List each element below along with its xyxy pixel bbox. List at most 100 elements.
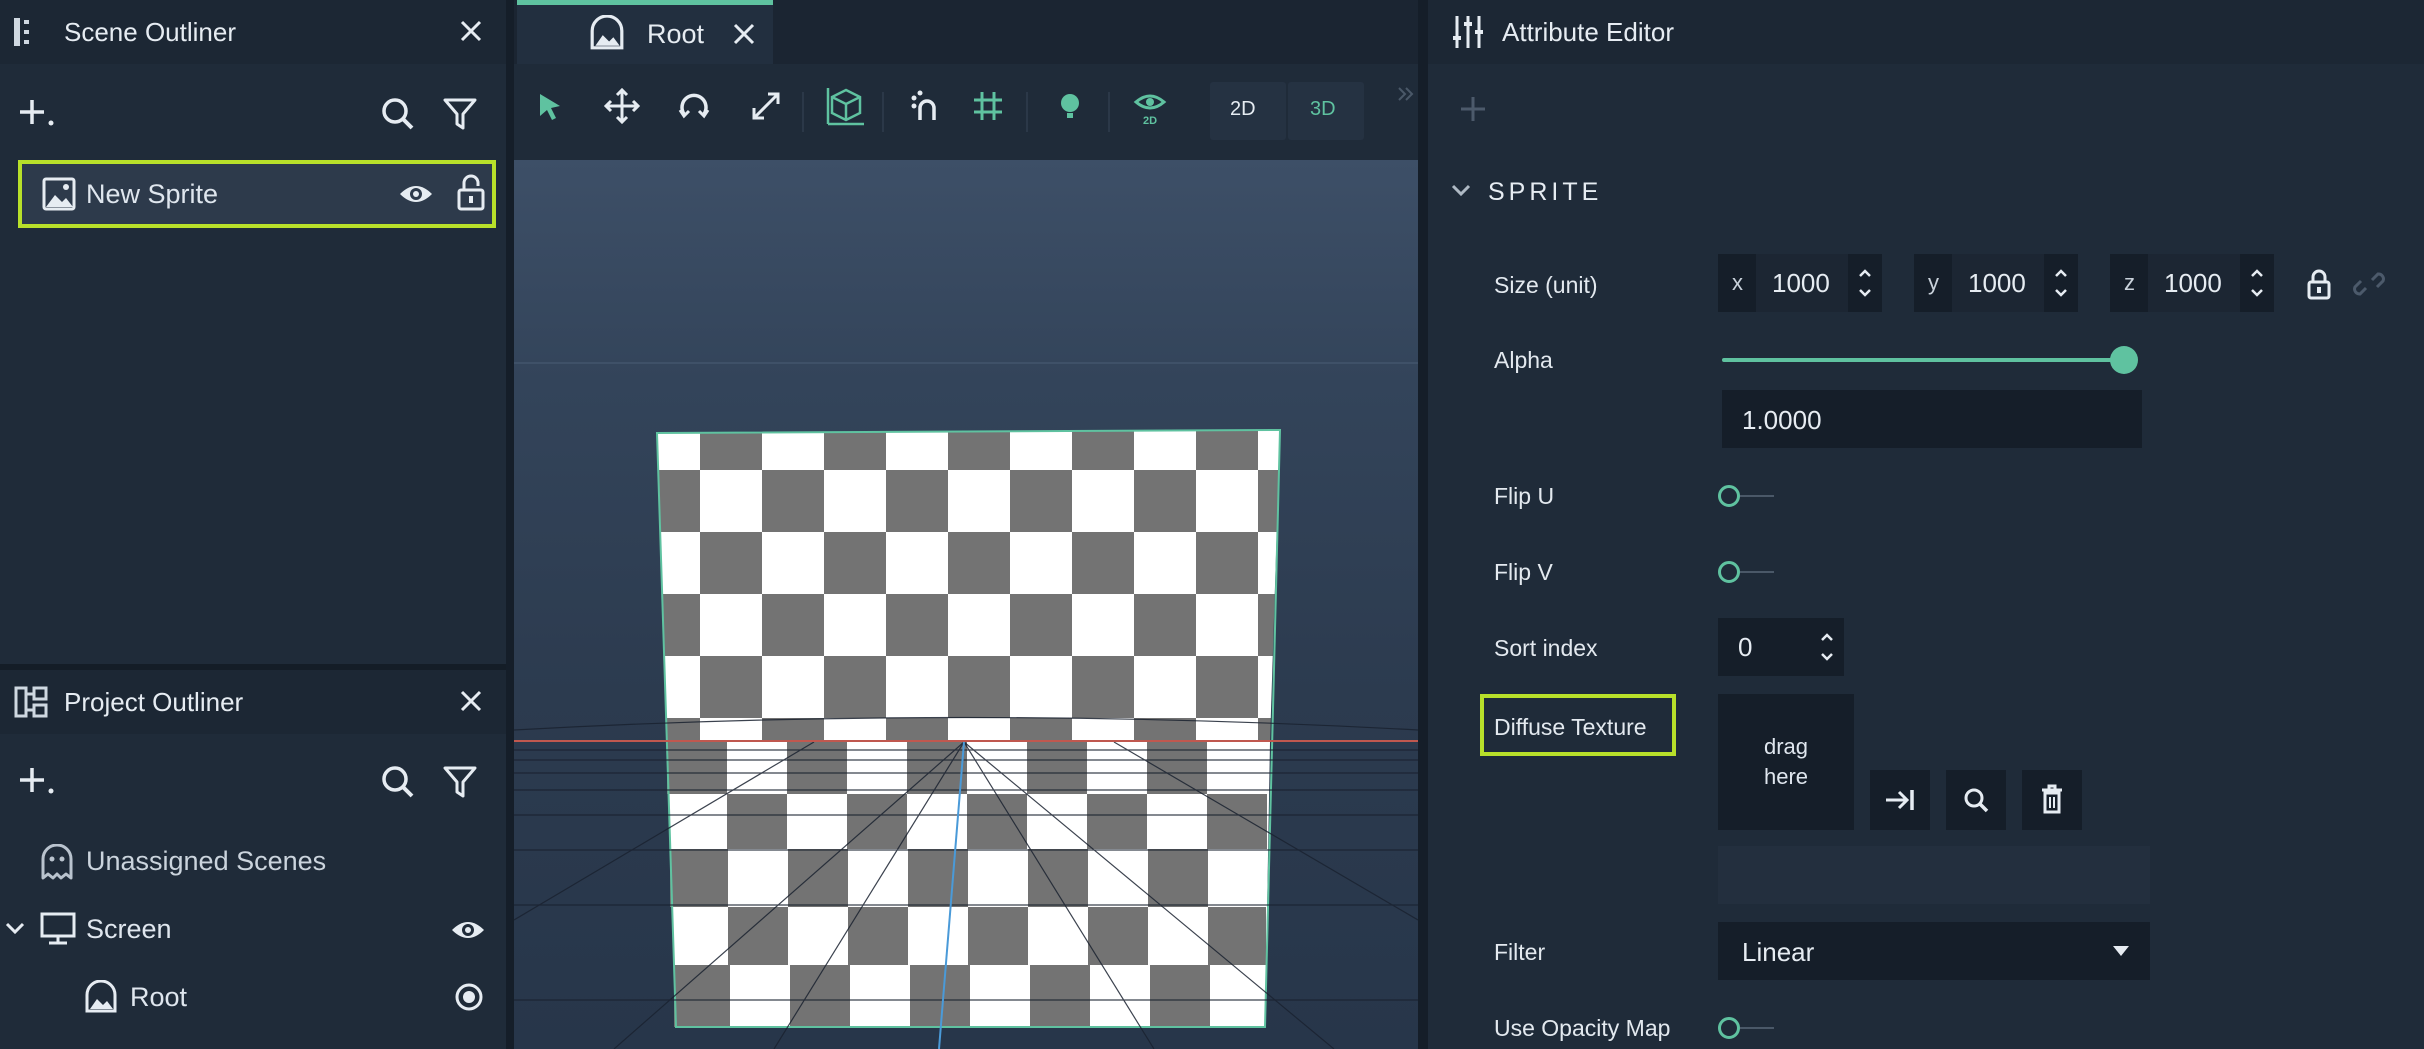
flip-u-toggle[interactable] — [1718, 481, 1788, 511]
hierarchy-icon — [14, 686, 48, 718]
texture-drop-zone[interactable]: drag here — [1718, 694, 1854, 830]
outliner-icon — [12, 16, 38, 48]
arrow-to-line-icon — [1884, 786, 1916, 814]
assign-texture-button[interactable] — [1870, 770, 1930, 830]
alpha-slider[interactable] — [1722, 346, 2138, 376]
visibility-2d-icon[interactable]: 2D — [1128, 84, 1172, 128]
list-item-root[interactable]: Root — [0, 966, 506, 1028]
attribute-editor-title: Attribute Editor — [1502, 17, 1674, 47]
ghost-icon — [40, 844, 74, 880]
rotate-tool-icon[interactable] — [672, 84, 716, 128]
drop-zone-text-line2: here — [1763, 764, 1809, 789]
eye-icon[interactable] — [450, 916, 486, 944]
mode-2d-button[interactable]: 2D — [1210, 82, 1286, 140]
bounding-box-icon[interactable] — [824, 84, 868, 128]
scene-outliner-title: Scene Outliner — [64, 16, 236, 47]
filter-select[interactable]: Linear — [1718, 922, 2150, 980]
list-item-screen[interactable]: Screen — [0, 898, 506, 960]
close-icon[interactable] — [454, 684, 488, 718]
sort-index-value: 0 — [1738, 632, 1753, 662]
attribute-editor: Attribute Editor SPRITE Size (unit) x 10… — [1428, 0, 2424, 1049]
svg-text:2D: 2D — [1143, 115, 1157, 127]
add-component-icon[interactable] — [1458, 94, 1488, 124]
project-outliner-list: Unassigned Scenes Screen Root — [0, 830, 506, 1049]
light-icon[interactable] — [1048, 84, 1092, 128]
scale-tool-icon[interactable] — [744, 84, 788, 128]
tab-label: Root — [647, 19, 705, 49]
scene-outliner-toolbar — [0, 64, 506, 160]
list-item-label: Root — [130, 982, 188, 1012]
flip-v-toggle[interactable] — [1718, 557, 1788, 587]
move-tool-icon[interactable] — [600, 84, 644, 128]
toggle-knob — [1718, 561, 1740, 583]
unlock-icon[interactable] — [456, 174, 486, 212]
scene-icon — [84, 980, 118, 1014]
select-tool-icon[interactable] — [528, 84, 572, 128]
toggle-track — [1740, 495, 1774, 497]
mode-3d-button[interactable]: 3D — [1288, 82, 1364, 140]
scene-icon — [589, 15, 625, 51]
search-icon[interactable] — [380, 764, 416, 800]
add-icon[interactable] — [18, 96, 58, 130]
delete-texture-button[interactable] — [2022, 770, 2082, 830]
list-item-label: New Sprite — [86, 179, 219, 209]
use-opacity-map-label: Use Opacity Map — [1494, 1015, 1671, 1041]
filter-icon[interactable] — [442, 96, 478, 132]
alpha-input[interactable]: 1.0000 — [1722, 390, 2142, 448]
overflow-chevrons-icon[interactable] — [1396, 84, 1416, 104]
stepper-icon[interactable] — [2052, 262, 2070, 304]
chevron-down-icon[interactable] — [4, 920, 26, 936]
size-x-value: 1000 — [1772, 268, 1830, 298]
ground-checker — [667, 742, 1270, 1027]
z-axis-label: z — [2124, 270, 2135, 295]
size-z-field[interactable]: z 1000 — [2110, 254, 2274, 312]
active-scene-radio-icon[interactable] — [454, 982, 484, 1012]
use-opacity-map-toggle[interactable] — [1718, 1013, 1788, 1043]
scene-outliner-list: New Sprite — [0, 160, 506, 670]
list-item-new-sprite[interactable]: New Sprite — [18, 160, 496, 228]
alpha-label: Alpha — [1494, 347, 1553, 373]
list-item-unassigned-scenes[interactable]: Unassigned Scenes — [0, 830, 506, 892]
sort-index-label: Sort index — [1494, 635, 1598, 661]
project-outliner-header: Project Outliner — [0, 670, 506, 734]
stepper-icon[interactable] — [1856, 262, 1874, 304]
add-icon[interactable] — [18, 764, 58, 798]
search-icon[interactable] — [380, 96, 416, 132]
chevron-down-icon[interactable] — [1450, 182, 1472, 198]
trash-icon — [2040, 784, 2064, 814]
list-item-label: Unassigned Scenes — [86, 846, 327, 876]
mode-3d-label: 3D — [1310, 98, 1336, 120]
image-icon — [42, 177, 76, 211]
texture-path-field[interactable] — [1718, 846, 2150, 904]
splitter[interactable] — [506, 0, 514, 1049]
size-y-value: 1000 — [1968, 268, 2026, 298]
x-axis-label: x — [1732, 270, 1743, 295]
snap-icon[interactable] — [904, 84, 948, 128]
browse-texture-button[interactable] — [1946, 770, 2006, 830]
size-x-field[interactable]: x 1000 — [1718, 254, 1882, 312]
size-y-field[interactable]: y 1000 — [1914, 254, 2078, 312]
close-icon[interactable] — [454, 14, 488, 48]
splitter[interactable] — [1418, 0, 1428, 1049]
diffuse-texture-label: Diffuse Texture — [1494, 714, 1647, 740]
attribute-editor-header: Attribute Editor — [1428, 0, 2424, 64]
lock-icon[interactable] — [2306, 268, 2332, 300]
mode-2d-label: 2D — [1230, 98, 1256, 120]
close-icon[interactable] — [727, 17, 761, 51]
stepper-icon[interactable] — [2248, 262, 2266, 304]
eye-icon[interactable] — [398, 180, 434, 208]
link-icon[interactable] — [2352, 268, 2386, 300]
size-label: Size (unit) — [1494, 272, 1598, 298]
alpha-slider-thumb[interactable] — [2110, 346, 2138, 374]
viewport-canvas[interactable] — [514, 160, 1418, 1049]
viewport-scene-svg — [514, 362, 1418, 1049]
toggle-knob — [1718, 1017, 1740, 1039]
grid-icon[interactable] — [966, 84, 1010, 128]
sort-index-field[interactable]: 0 — [1718, 618, 1844, 676]
alpha-value: 1.0000 — [1742, 405, 1822, 435]
stepper-icon[interactable] — [1818, 626, 1836, 668]
toggle-knob — [1718, 485, 1740, 507]
tab-root[interactable]: Root — [517, 0, 773, 64]
size-z-value: 1000 — [2164, 268, 2222, 298]
filter-icon[interactable] — [442, 764, 478, 800]
